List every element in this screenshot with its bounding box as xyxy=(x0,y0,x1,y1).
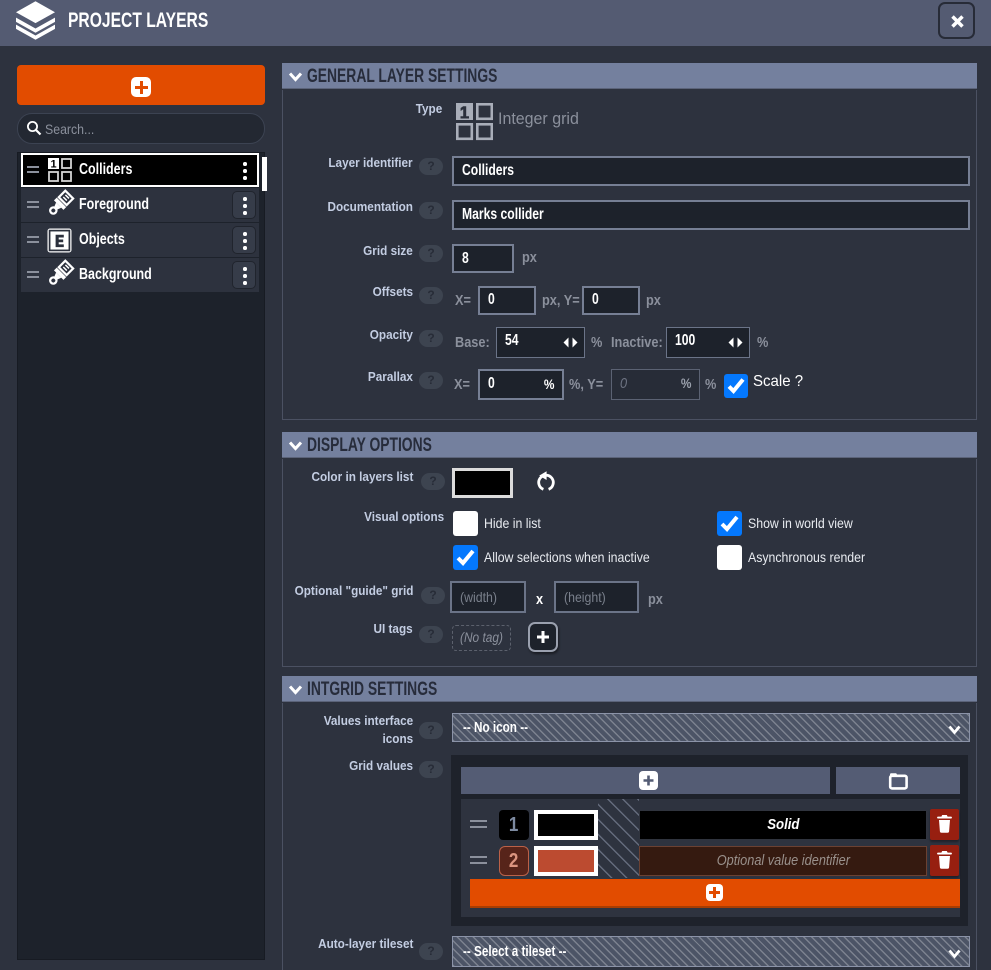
svg-text:1: 1 xyxy=(50,159,56,171)
